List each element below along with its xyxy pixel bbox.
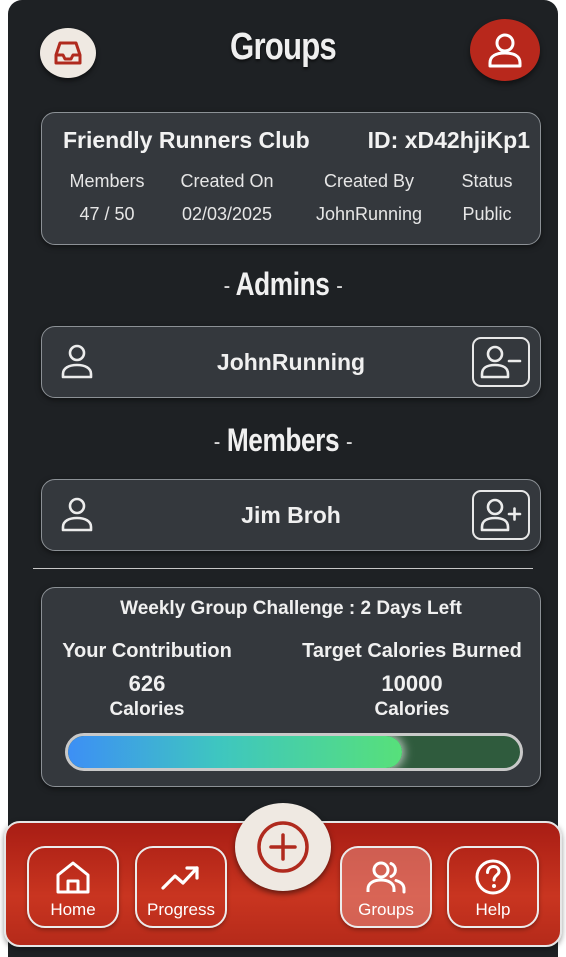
add-group-button[interactable] [235,803,331,891]
heading-dash: - [213,428,221,456]
contribution-value: 626 [128,671,166,696]
contribution-column: Your Contribution 626 Calories [52,640,242,721]
group-name: Friendly Runners Club [63,127,310,153]
heading-dash: - [336,272,343,300]
stat-value: 47 / 50 [79,204,135,224]
stat-value: 02/03/2025 [181,204,273,224]
stat-status: Status Public [447,171,527,225]
member-row[interactable]: Jim Broh [41,479,541,551]
trend-icon [161,866,199,890]
stat-value: JohnRunning [315,204,423,224]
users-icon [366,861,406,894]
nav-label: Help [475,900,511,919]
section-divider [33,568,533,569]
challenge-progress-bar [65,733,523,771]
plus-circle-icon [257,821,309,873]
stat-label: Status [461,171,513,191]
profile-button[interactable] [470,19,540,81]
target-unit: Calories [374,699,450,720]
page-title: Groups [230,26,337,68]
nav-help[interactable]: Help [447,846,539,928]
contribution-unit: Calories [109,699,185,720]
admins-title: Admins [235,266,330,302]
nav-label: Home [50,900,96,919]
nav-label: Groups [358,900,414,919]
target-label: Target Calories Burned [302,640,522,662]
target-column: Target Calories Burned 10000 Calories [292,640,532,721]
member-name: Jim Broh [241,502,341,528]
remove-admin-button[interactable] [472,337,530,387]
nav-label: Progress [146,900,216,919]
admins-heading: - Admins - [58,266,509,303]
add-user-icon [480,498,522,532]
challenge-title: Weekly Group Challenge : 2 Days Left [120,598,462,619]
contribution-label: Your Contribution [62,640,232,662]
heading-dash: - [223,272,231,300]
group-id[interactable]: ID: xD42hjiKp1 [368,127,530,154]
nav-groups[interactable]: Groups [340,846,432,928]
stat-label: Members [69,171,145,191]
members-heading: - Members - [58,422,509,459]
remove-user-icon [480,345,522,379]
nav-progress[interactable]: Progress [135,846,227,928]
stat-value: Public [462,204,512,224]
home-icon [56,861,90,894]
stat-members: Members 47 / 50 [52,171,162,225]
group-info-card: Friendly Runners Club ID: xD42hjiKp1 Mem… [41,112,541,245]
help-icon [475,859,511,895]
members-title: Members [226,422,340,458]
promote-member-button[interactable] [472,490,530,540]
stat-created-by: Created By JohnRunning [304,171,434,225]
target-value: 10000 [381,671,443,696]
admin-name: JohnRunning [216,349,366,375]
admin-row[interactable]: JohnRunning [41,326,541,398]
challenge-card: Weekly Group Challenge : 2 Days Left You… [41,587,541,787]
nav-home[interactable]: Home [27,846,119,928]
heading-dash: - [346,428,353,456]
stat-label: Created On [180,171,274,191]
challenge-progress-fill [68,736,403,768]
stat-label: Created By [323,171,415,191]
user-icon [488,33,522,68]
stat-created-on: Created On 02/03/2025 [167,171,287,225]
